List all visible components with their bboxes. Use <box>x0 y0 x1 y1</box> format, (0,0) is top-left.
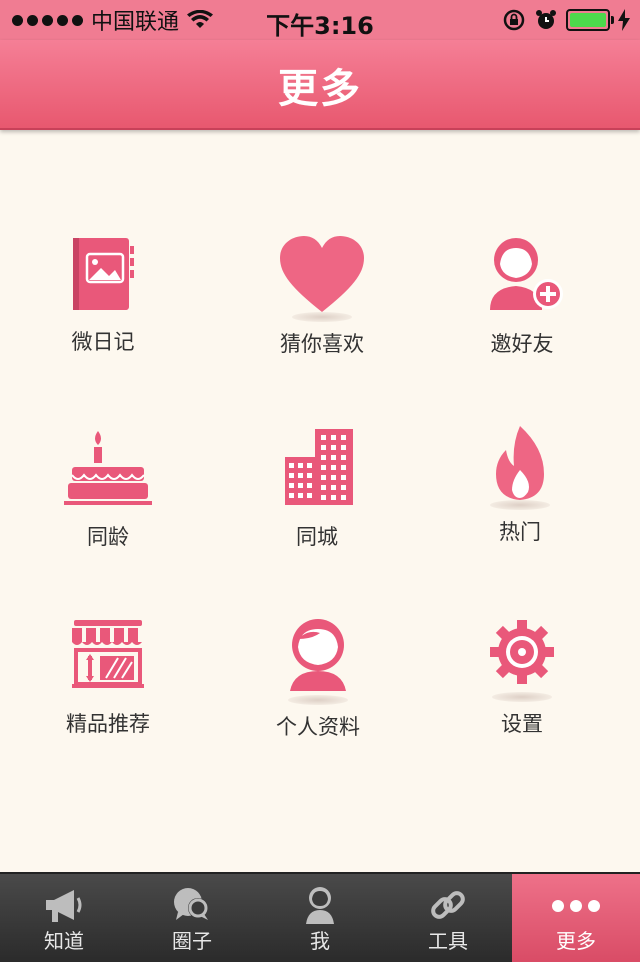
menu-item-label: 微日记 <box>71 330 135 354</box>
link-chain-icon <box>431 891 465 919</box>
menu-item-label: 个人资料 <box>276 715 360 739</box>
tab-label: 我 <box>310 929 330 953</box>
tab-label: 更多 <box>556 929 596 953</box>
tab-know[interactable]: 知道 <box>0 874 128 962</box>
menu-item-label: 热门 <box>499 520 541 544</box>
tab-label: 圈子 <box>172 929 212 953</box>
tab-bar: 知道 圈子 我 工具 更多 <box>0 872 640 962</box>
menu-item-same-city[interactable]: 同城 <box>227 425 407 551</box>
navigation-bar: 更多 <box>0 40 640 130</box>
menu-item-label: 同城 <box>296 525 338 549</box>
storefront-icon <box>72 620 144 688</box>
tab-tools[interactable]: 工具 <box>384 874 512 962</box>
flame-icon <box>496 426 544 500</box>
menu-item-profile[interactable]: 个人资料 <box>228 615 408 741</box>
chat-bubbles-icon <box>174 888 208 920</box>
more-dots-icon <box>552 900 600 912</box>
charging-bolt-icon <box>618 9 630 31</box>
settings-gear-icon <box>490 620 554 684</box>
tab-more[interactable]: 更多 <box>512 874 640 962</box>
rotation-lock-icon <box>503 9 525 31</box>
menu-item-guess-you-like[interactable]: 猜你喜欢 <box>232 232 412 358</box>
menu-item-settings[interactable]: 设置 <box>432 612 612 738</box>
menu-item-diary[interactable]: 微日记 <box>13 230 193 356</box>
menu-item-same-age[interactable]: 同龄 <box>18 425 198 551</box>
add-friend-icon <box>490 238 563 310</box>
menu-item-recommended[interactable]: 精品推荐 <box>18 612 198 738</box>
menu-item-label: 猜你喜欢 <box>280 332 364 356</box>
menu-item-label: 邀好友 <box>490 332 554 356</box>
profile-person-icon <box>290 619 346 691</box>
menu-item-label: 设置 <box>501 712 543 736</box>
battery-icon <box>566 9 614 31</box>
tab-me[interactable]: 我 <box>256 874 384 962</box>
user-icon <box>306 887 334 924</box>
tab-circle[interactable]: 圈子 <box>128 874 256 962</box>
heart-icon <box>280 236 364 312</box>
menu-item-hot[interactable]: 热门 <box>430 420 610 546</box>
tab-label: 知道 <box>44 929 84 953</box>
tab-label: 工具 <box>428 929 468 953</box>
birthday-cake-icon <box>64 431 152 505</box>
page-title: 更多 <box>278 66 362 112</box>
menu-item-label: 精品推荐 <box>66 712 150 736</box>
status-bar: 中国联通 下午3:16 <box>0 0 640 40</box>
megaphone-icon <box>46 890 82 922</box>
alarm-icon <box>536 10 556 29</box>
city-buildings-icon <box>285 429 353 505</box>
menu-item-label: 同龄 <box>87 525 129 549</box>
diary-book-icon <box>73 238 134 310</box>
menu-item-invite-friends[interactable]: 邀好友 <box>432 232 612 358</box>
